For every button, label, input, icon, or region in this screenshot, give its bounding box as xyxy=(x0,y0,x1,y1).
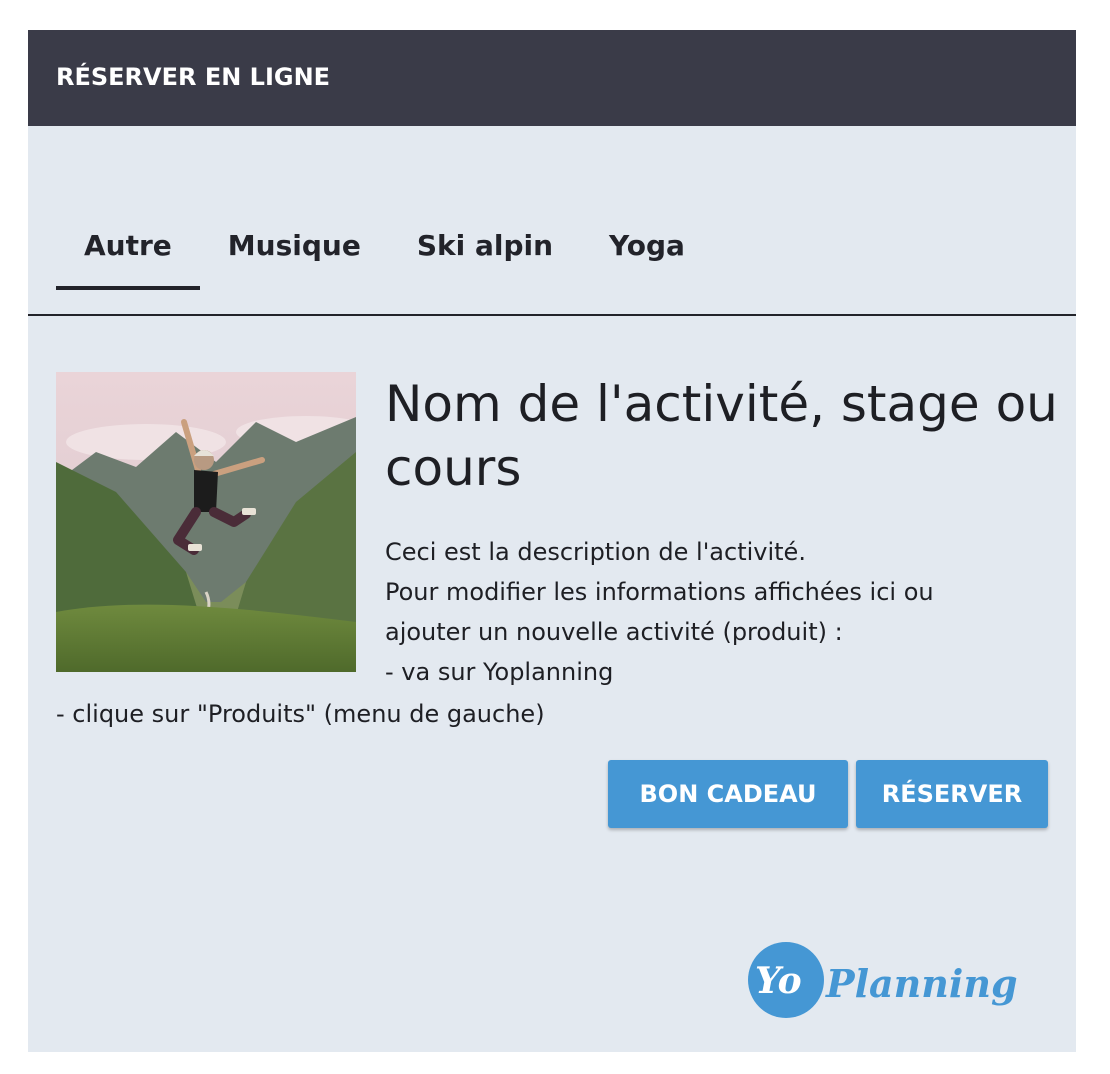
description-line: - clique sur "Produits" (menu de gauche) xyxy=(56,700,545,728)
tab-autre[interactable]: Autre xyxy=(56,216,200,290)
activity-title: Nom de l'activité, stage ou cours xyxy=(385,375,1058,497)
tab-musique[interactable]: Musique xyxy=(200,216,389,290)
description-line: Pour modifier les informations affichées… xyxy=(385,578,934,606)
tab-ski-alpin[interactable]: Ski alpin xyxy=(389,216,581,290)
description-line: Ceci est la description de l'activité. xyxy=(385,538,806,566)
header-bar: RÉSERVER EN LIGNE xyxy=(28,30,1076,126)
svg-text:Planning: Planning xyxy=(825,961,1018,1006)
book-button[interactable]: RÉSERVER xyxy=(856,760,1048,828)
gift-voucher-button[interactable]: BON CADEAU xyxy=(608,760,848,828)
tabs-divider xyxy=(28,314,1076,316)
header-title: RÉSERVER EN LIGNE xyxy=(56,63,331,91)
description-line: ajouter un nouvelle activité (produit) : xyxy=(385,618,843,646)
tab-yoga[interactable]: Yoga xyxy=(581,216,713,290)
booking-widget: RÉSERVER EN LIGNE Autre Musique Ski alpi… xyxy=(28,30,1076,1052)
svg-text:Yo: Yo xyxy=(755,960,802,1002)
category-tabs: Autre Musique Ski alpin Yoga xyxy=(56,216,713,290)
activity-image xyxy=(56,372,356,672)
description-line: - va sur Yoplanning xyxy=(385,658,614,686)
yoplanning-logo[interactable]: Yo Planning xyxy=(746,940,1051,1020)
